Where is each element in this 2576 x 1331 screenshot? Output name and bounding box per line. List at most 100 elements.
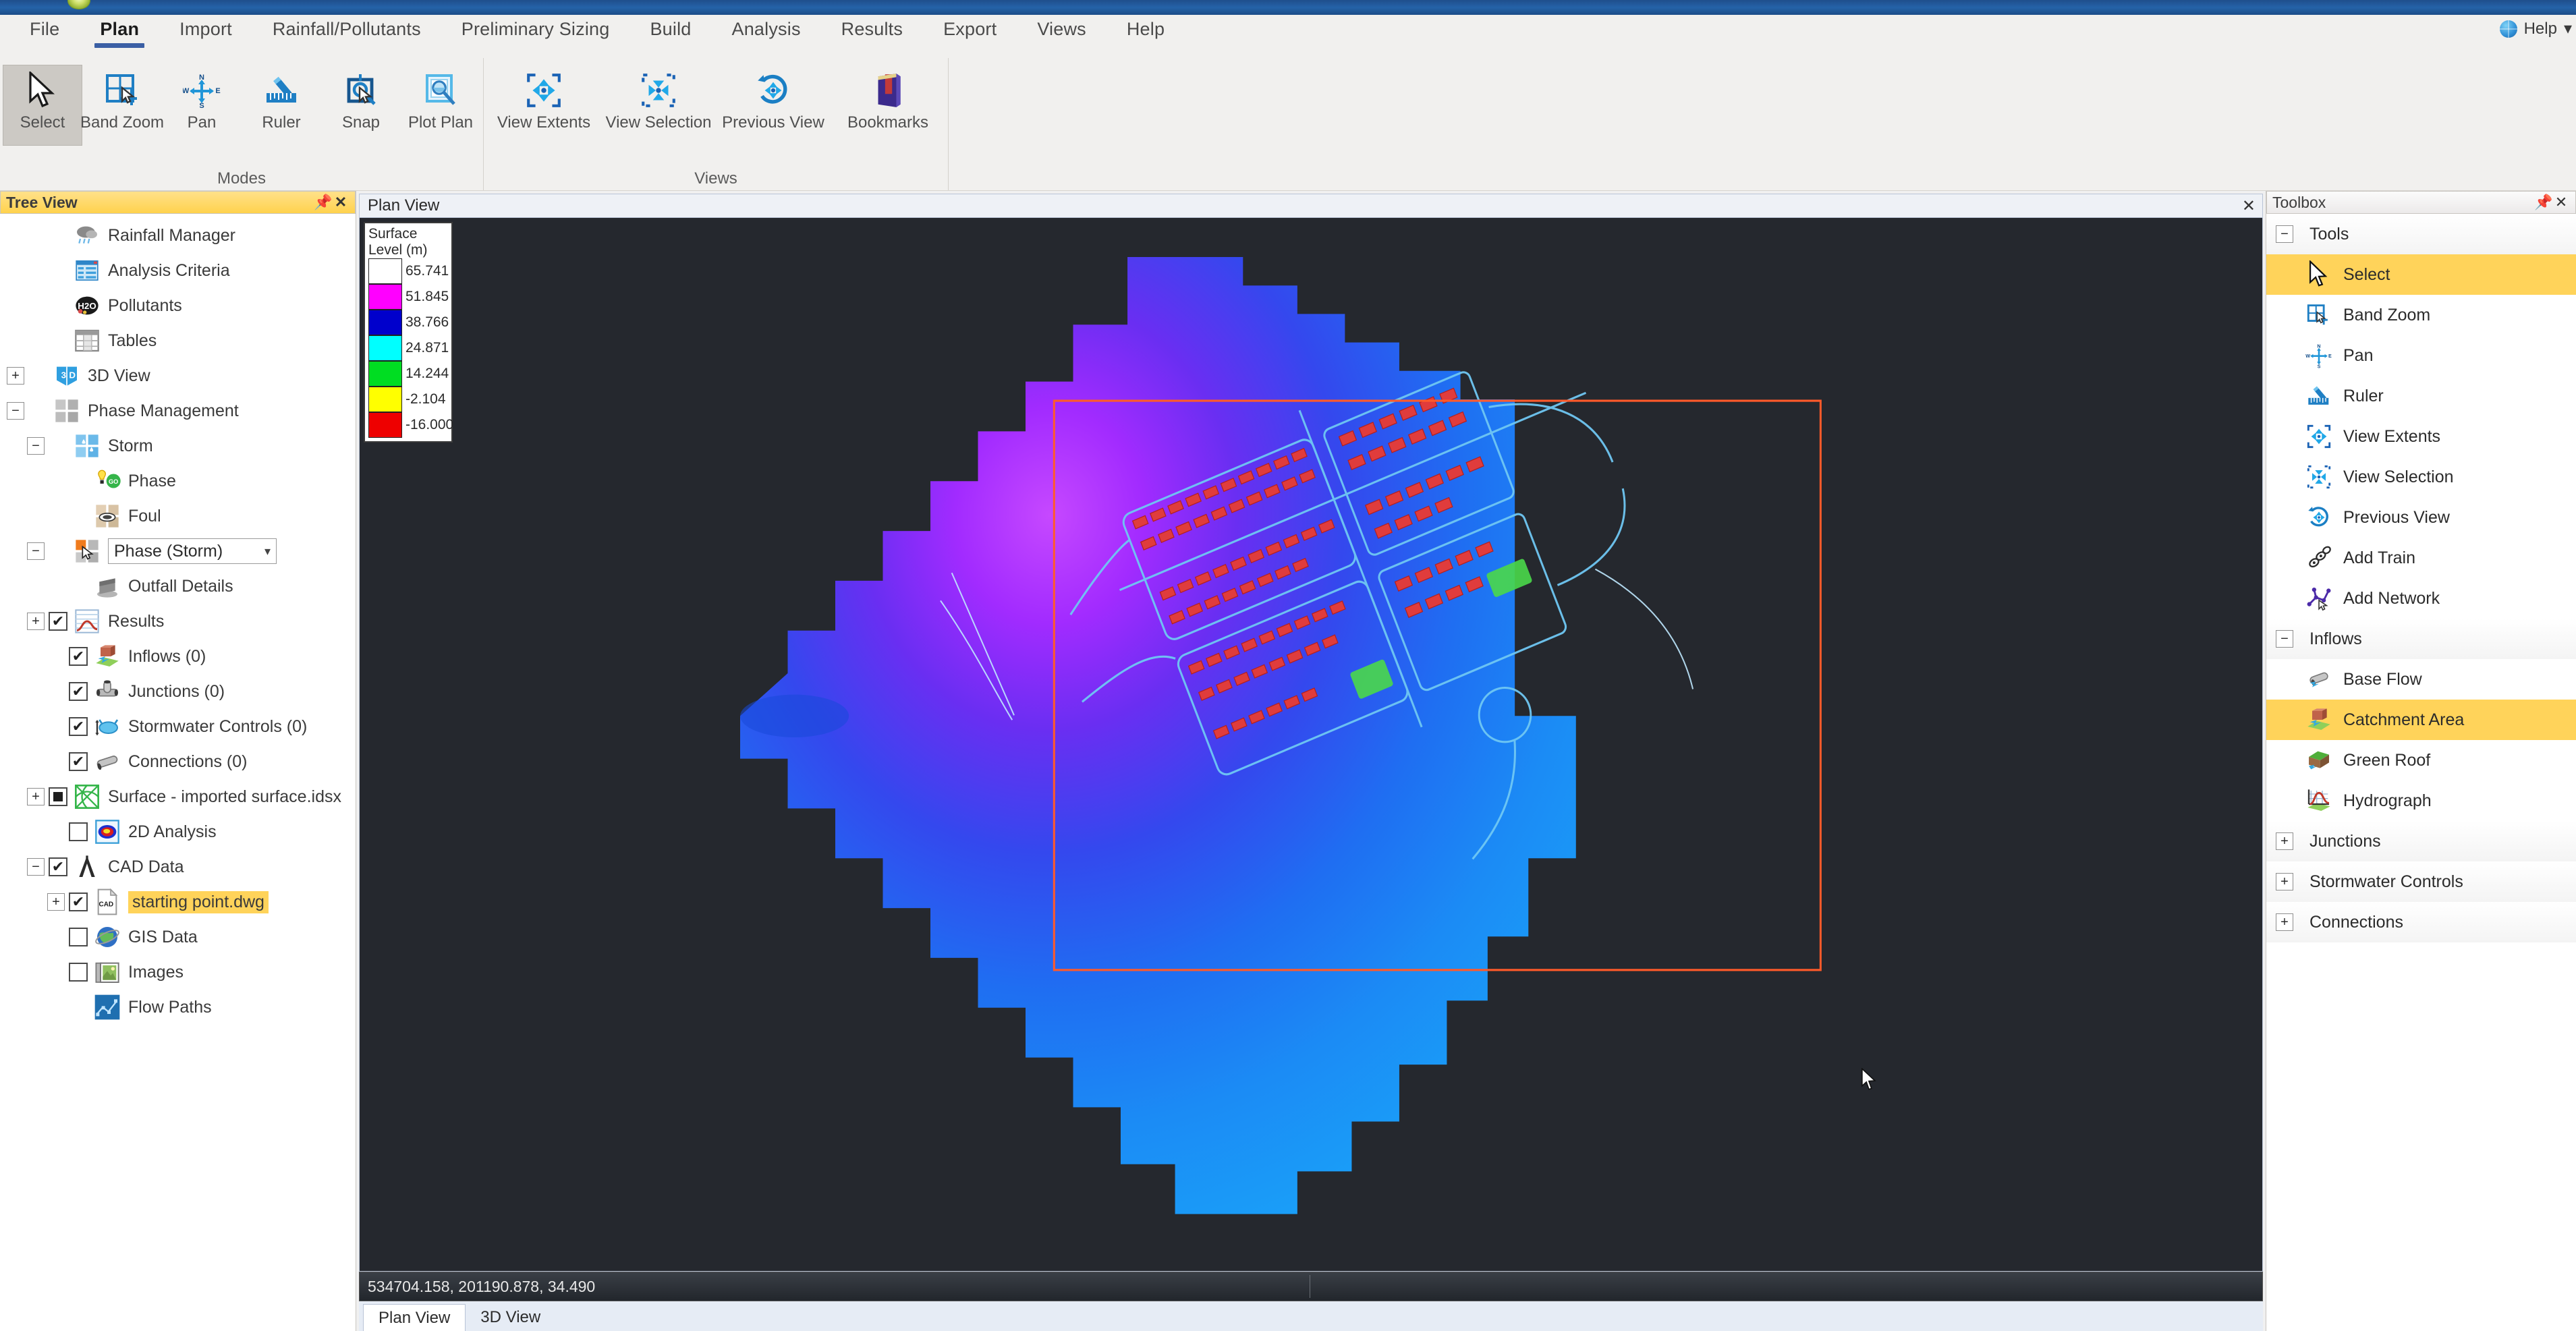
pin-icon[interactable]: 📌 — [2534, 194, 2552, 211]
tree-node-images[interactable]: Images — [0, 955, 356, 990]
expand-icon[interactable]: + — [47, 893, 65, 911]
tree-node-foul[interactable]: Foul — [0, 499, 356, 534]
checkbox[interactable] — [69, 928, 88, 946]
checkbox[interactable]: ✔ — [49, 612, 67, 631]
tree-node-analysis-criteria[interactable]: Analysis Criteria — [0, 253, 356, 288]
plan-view-canvas[interactable]: Surface Level (m) 65.741 51.845 38.766 24.8… — [360, 218, 2262, 1271]
menu-item-build[interactable]: Build — [629, 15, 711, 58]
checkbox[interactable] — [69, 822, 88, 841]
toolbox-item-band-zoom[interactable]: Band Zoom — [2266, 295, 2576, 335]
toolbox-item-add-network[interactable]: Add Network — [2266, 578, 2576, 619]
expand-icon[interactable]: + — [27, 613, 45, 630]
menu-item-help[interactable]: Help — [1107, 15, 1185, 58]
tree-node-phase[interactable]: GO Phase — [0, 463, 356, 499]
ribbon-ruler-button[interactable]: Ruler — [242, 65, 321, 146]
toolbox-group-inflows[interactable]: − Inflows — [2266, 619, 2576, 659]
tree-node-junctions-0[interactable]: ✔ Junctions (0) — [0, 674, 356, 709]
collapse-icon[interactable]: − — [27, 437, 45, 455]
ribbon-view-selection-button[interactable]: View Selection — [601, 65, 716, 146]
expand-icon[interactable]: + — [2276, 873, 2293, 890]
checkbox[interactable]: ✔ — [69, 893, 88, 911]
menu-item-file[interactable]: File — [9, 15, 80, 58]
expand-icon[interactable]: + — [2276, 832, 2293, 850]
menu-item-export[interactable]: Export — [923, 15, 1017, 58]
checkbox[interactable]: ✔ — [49, 857, 67, 876]
bottom-tab-plan-view[interactable]: Plan View — [363, 1304, 466, 1331]
ribbon-bookmarks-button[interactable]: Bookmarks — [831, 65, 945, 146]
tree-node-phase-storm[interactable]: − Phase (Storm) ▾ — [0, 534, 356, 569]
menu-item-rainfall-pollutants[interactable]: Rainfall/Pollutants — [252, 15, 441, 58]
tree-node-surface-imported-surface-idsx[interactable]: + Surface - imported surface.idsx — [0, 779, 356, 814]
tree-node-rainfall-manager[interactable]: Rainfall Manager — [0, 218, 356, 253]
expand-icon[interactable]: + — [7, 367, 24, 385]
bottom-tab-3d-view[interactable]: 3D View — [466, 1304, 555, 1331]
tree-node-storm[interactable]: − Storm — [0, 428, 356, 463]
menu-item-plan[interactable]: Plan — [80, 15, 159, 58]
close-icon[interactable]: ✕ — [2552, 194, 2570, 211]
collapse-icon[interactable]: − — [2276, 225, 2293, 243]
tree-node-3d-view[interactable]: +3 D 3D View — [0, 358, 356, 393]
menu-item-analysis[interactable]: Analysis — [712, 15, 821, 58]
tree-node-connections-0[interactable]: ✔ Connections (0) — [0, 744, 356, 779]
close-icon[interactable]: ✕ — [332, 194, 349, 211]
toolbox-item-ruler[interactable]: Ruler — [2266, 376, 2576, 416]
checkbox[interactable]: ✔ — [69, 682, 88, 701]
checkbox[interactable] — [49, 787, 67, 806]
ribbon-snap-button[interactable]: Snap — [321, 65, 401, 146]
checkbox[interactable]: ✔ — [69, 647, 88, 666]
toolbox-item-previous-view[interactable]: Previous View — [2266, 497, 2576, 538]
toolbox-item-view-extents[interactable]: View Extents — [2266, 416, 2576, 457]
menu-item-results[interactable]: Results — [821, 15, 923, 58]
toolbox-group-tools[interactable]: − Tools — [2266, 214, 2576, 254]
collapse-icon[interactable]: − — [27, 542, 45, 560]
toolbox-item-hydrograph[interactable]: Hydrograph — [2266, 781, 2576, 821]
menu-item-import[interactable]: Import — [159, 15, 252, 58]
tree-node-cad-data[interactable]: − ✔ CAD Data — [0, 849, 356, 884]
menu-item-preliminary-sizing[interactable]: Preliminary Sizing — [441, 15, 630, 58]
tree-node-phase-management[interactable]: − Phase Management — [0, 393, 356, 428]
toolbox-item-green-roof[interactable]: Green Roof — [2266, 740, 2576, 781]
ribbon-plot-plan-button[interactable]: Plot Plan — [401, 65, 480, 146]
toolbox-group-stormwater-controls[interactable]: + Stormwater Controls — [2266, 861, 2576, 902]
checkbox[interactable]: ✔ — [69, 752, 88, 771]
tree-node-2d-analysis[interactable]: 2D Analysis — [0, 814, 356, 849]
plan-view-tab-label[interactable]: Plan View — [360, 196, 447, 215]
toolbox-group-junctions[interactable]: + Junctions — [2266, 821, 2576, 861]
plan-view-canvas-wrap[interactable]: Surface Level (m) 65.741 51.845 38.766 24.8… — [359, 218, 2263, 1272]
toolbox-item-view-selection[interactable]: View Selection — [2266, 457, 2576, 497]
tree-node-inflows-0[interactable]: ✔ Inflows (0) — [0, 639, 356, 674]
collapse-icon[interactable]: − — [27, 858, 45, 876]
checkbox[interactable] — [69, 963, 88, 982]
collapse-icon[interactable]: − — [2276, 630, 2293, 648]
tree-node-gis-data[interactable]: GIS Data — [0, 919, 356, 955]
ribbon-pan-button[interactable]: N S W E Pan — [162, 65, 242, 146]
globe-icon[interactable] — [2499, 20, 2517, 38]
ribbon-band-zoom-button[interactable]: Band Zoom — [80, 65, 164, 146]
toolbox-group-connections[interactable]: + Connections — [2266, 902, 2576, 942]
help-link[interactable]: Help — [2524, 20, 2557, 38]
toolbox-item-select[interactable]: Select — [2266, 254, 2576, 295]
checkbox[interactable]: ✔ — [69, 717, 88, 736]
close-icon[interactable]: ✕ — [2242, 196, 2256, 216]
ribbon-previous-view-button[interactable]: Previous View — [716, 65, 831, 146]
toolbox-item-pan[interactable]: N S W E Pan — [2266, 335, 2576, 376]
toolbox-item-catchment-area[interactable]: Catchment Area — [2266, 700, 2576, 740]
ribbon-view-extents-button[interactable]: View Extents — [486, 65, 601, 146]
toolbox-item-base-flow[interactable]: Base Flow — [2266, 659, 2576, 700]
menu-item-views[interactable]: Views — [1017, 15, 1107, 58]
expand-icon[interactable]: + — [27, 788, 45, 805]
tree-node-flow-paths[interactable]: Flow Paths — [0, 990, 356, 1025]
tree-node-starting-point-dwg[interactable]: + ✔ CAD starting point.dwg — [0, 884, 356, 919]
tree-node-tables[interactable]: Tables — [0, 323, 356, 358]
tree-node-results[interactable]: + ✔ Results — [0, 604, 356, 639]
toolbox-item-add-train[interactable]: Add Train — [2266, 538, 2576, 578]
tree-node-outfall-details[interactable]: Outfall Details — [0, 569, 356, 604]
chevron-down-icon[interactable]: ▾ — [2564, 19, 2572, 38]
tree-node-pollutants[interactable]: H2O Pollutants — [0, 288, 356, 323]
ribbon-select-button[interactable]: Select — [3, 65, 82, 146]
collapse-icon[interactable]: − — [7, 402, 24, 420]
chevron-down-icon[interactable]: ▾ — [264, 544, 271, 559]
pin-icon[interactable]: 📌 — [314, 194, 332, 211]
phase-select-dropdown[interactable]: Phase (Storm) ▾ — [108, 538, 277, 564]
expand-icon[interactable]: + — [2276, 913, 2293, 931]
